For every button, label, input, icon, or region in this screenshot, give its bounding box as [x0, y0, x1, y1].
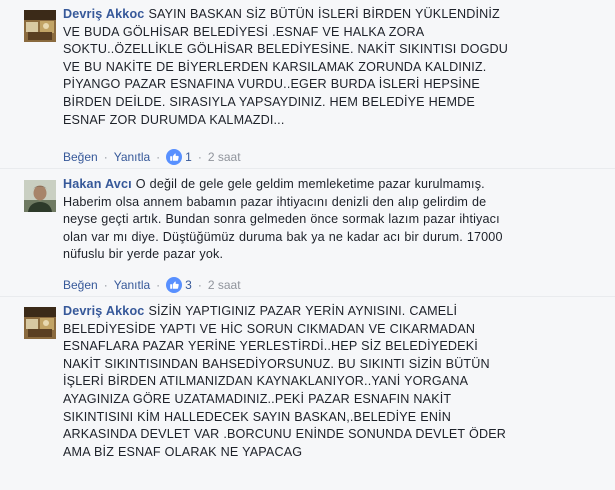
- comment-text-line: PİYANGO PAZAR ESNAFINA VURDU..EGER BURDA…: [63, 77, 480, 92]
- comment-text-line: ESNAF ZOR DURUMDA KALMAZDI...: [63, 112, 285, 127]
- comment-actions: Beğen · Yanıtla · 3 · 2 saat: [63, 277, 597, 293]
- like-button[interactable]: Beğen: [63, 277, 98, 293]
- comment-author[interactable]: Devriş Akkoc: [63, 304, 144, 318]
- comment-text-line: NAKİT SIKINTISINDAN BAHSEDİYORSUNUZ. BU …: [63, 356, 490, 371]
- comment-actions: Beğen · Yanıtla · 1 · 2 saat: [63, 149, 597, 165]
- thumbs-up-icon: [166, 149, 183, 165]
- timestamp[interactable]: 2 saat: [208, 277, 241, 293]
- like-count[interactable]: 1: [166, 149, 192, 165]
- divider: [0, 296, 615, 297]
- comment-text-line: ESNAFLARA PAZAR YERİNE YERLESTİRDİ..HEP …: [63, 339, 478, 354]
- like-button[interactable]: Beğen: [63, 149, 98, 165]
- comment-text-line: AYAGINIZA GÖRE UZATAMADINIZ..PEKİ PAZAR …: [63, 391, 452, 406]
- separator: ·: [156, 150, 161, 164]
- comment-text-line: SİZİN YAPTIGINIZ PAZAR YERİN AYNISINI. C…: [148, 304, 458, 318]
- reply-button[interactable]: Yanıtla: [114, 149, 150, 165]
- separator: ·: [197, 150, 202, 164]
- comment-text-line: neyse geçti artık. Bundan sonra gelmeden…: [63, 212, 500, 227]
- comment-body: Devriş Akkoc SİZİN YAPTIGINIZ PAZAR YERİN…: [63, 303, 597, 461]
- separator: ·: [103, 150, 108, 164]
- comment-text-line: SAYIN BASKAN SİZ BÜTÜN İSLERİ BİRDEN YÜK…: [148, 7, 500, 21]
- like-count-number: 3: [185, 278, 192, 292]
- comment-text-line: AMA BİZ ESNAF OLARAK NE YAPACAG: [63, 444, 303, 459]
- avatar[interactable]: [24, 307, 56, 339]
- comment-body: Hakan Avcı O değil de gele gele geldim me…: [63, 176, 597, 264]
- comment-text-line: VE BU NAKİTE DE BİYERLERDEN KARSILAMAK Z…: [63, 59, 487, 74]
- timestamp[interactable]: 2 saat: [208, 149, 241, 165]
- comment-text-line: nüfuslu bir yerde pazar yok.: [63, 247, 224, 262]
- comment-text-line: SOKTU..ÖZELLİKLE GÖLHİSAR BELEDİYESİNE. …: [63, 42, 509, 57]
- comment-thread: Devriş Akkoc SAYIN BASKAN SİZ BÜTÜN İSLER…: [0, 0, 615, 490]
- comment-author[interactable]: Hakan Avcı: [63, 177, 132, 191]
- comment-text-line: BELEDİYESİDE YAPTI VE HİC SORUN CIKMADAN…: [63, 321, 476, 336]
- comment-body: Devriş Akkoc SAYIN BASKAN SİZ BÜTÜN İSLER…: [63, 6, 597, 129]
- comment-text-line: BİRDEN DEİLDE. SIRASIYLA YAPSAYDINIZ. HE…: [63, 94, 475, 109]
- comment-text-line: O değil de gele gele geldim memleketime …: [135, 177, 485, 191]
- separator: ·: [197, 278, 202, 292]
- thumbs-up-icon: [166, 277, 183, 293]
- separator: ·: [156, 278, 161, 292]
- comment-text-line: İŞLERİ BİRDEN ATILMANIZDAN KAYNAKLANIYOR…: [63, 374, 469, 389]
- comment-text-line: SIKINTISINI KİM HALLEDECEK SAYIN BASKAN,…: [63, 409, 451, 424]
- comment-text-line: olan var mı diye. Düştüğümüz duruma bak …: [63, 229, 503, 244]
- reply-button[interactable]: Yanıtla: [114, 277, 150, 293]
- comment-author[interactable]: Devriş Akkoc: [63, 7, 144, 21]
- like-count-number: 1: [185, 150, 192, 164]
- avatar[interactable]: [24, 10, 56, 42]
- comment-text-line: ARKASINDA DEVLET VAR .BORCUNU ENİNDE SON…: [63, 427, 506, 442]
- avatar[interactable]: [24, 180, 56, 212]
- comment-text-line: VE BUDA GÖLHİSAR BELEDİYESİ .ESNAF VE HA…: [63, 24, 425, 39]
- like-count[interactable]: 3: [166, 277, 192, 293]
- comment-text-line: Haberim olsa annem babamın pazar ihtiyac…: [63, 194, 487, 209]
- divider: [0, 168, 615, 169]
- separator: ·: [103, 278, 108, 292]
